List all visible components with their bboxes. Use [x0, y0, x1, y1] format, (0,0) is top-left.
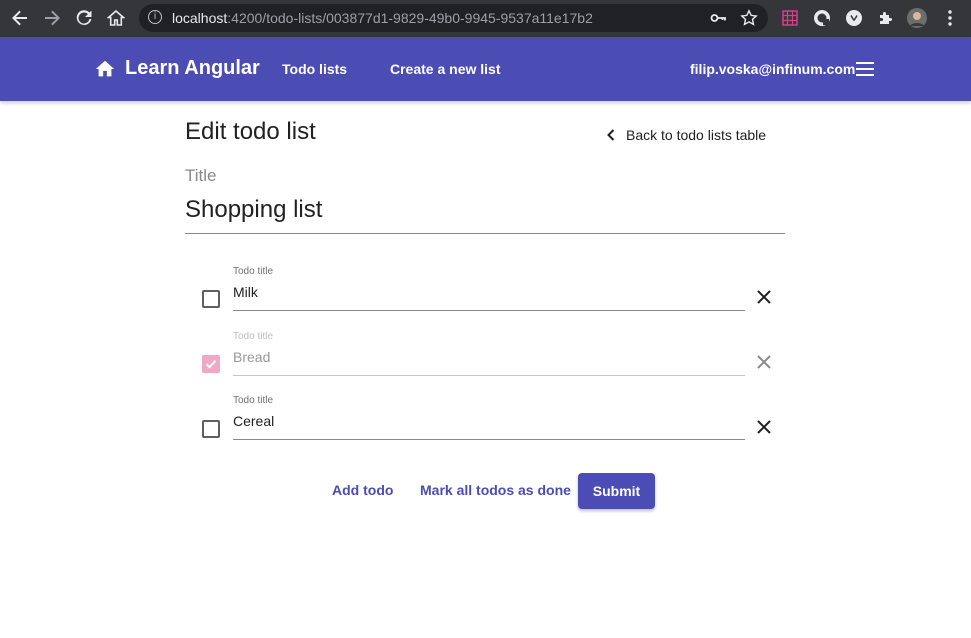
todo-label: Todo title: [233, 395, 274, 406]
todo-input[interactable]: Cereal: [233, 413, 274, 429]
back-link-label: Back to todo lists table: [626, 127, 767, 143]
extension-circle-icon[interactable]: [844, 8, 864, 28]
reload-icon[interactable]: [73, 7, 95, 29]
home-icon: [95, 60, 115, 76]
todo-checkbox[interactable]: [202, 355, 220, 373]
mark-all-done-button[interactable]: Mark all todos as done: [420, 482, 571, 498]
user-email: filip.voska@infinum.com: [690, 61, 856, 77]
todo-field[interactable]: Todo title Bread: [233, 331, 745, 376]
url-host: localhost: [172, 10, 228, 26]
todo-field[interactable]: Todo title Cereal: [233, 395, 745, 440]
title-input[interactable]: Shopping list: [185, 196, 322, 224]
todo-label: Todo title: [233, 266, 274, 277]
todo-input[interactable]: Milk: [233, 284, 258, 300]
info-icon[interactable]: i: [148, 10, 162, 24]
star-icon[interactable]: [740, 9, 758, 32]
url-text[interactable]: localhost:4200/todo-lists/003877d1-9829-…: [172, 10, 593, 26]
nav-todo-lists[interactable]: Todo lists: [282, 61, 347, 77]
forward-arrow-icon[interactable]: [41, 7, 63, 29]
brand-label: Learn Angular: [125, 57, 260, 79]
title-field[interactable]: Title Shopping list: [185, 164, 785, 234]
todo-row: Todo title Bread: [199, 331, 779, 376]
address-bar[interactable]: i localhost:4200/todo-lists/003877d1-982…: [139, 4, 768, 32]
key-icon[interactable]: [710, 10, 726, 31]
url-path: :4200/todo-lists/003877d1-9829-49b0-9945…: [227, 10, 593, 26]
todo-checkbox[interactable]: [202, 420, 220, 438]
add-todo-button[interactable]: Add todo: [332, 482, 393, 498]
title-label: Title: [185, 166, 217, 185]
kebab-menu-icon[interactable]: [940, 8, 960, 28]
close-icon[interactable]: [756, 289, 772, 305]
page-title: Edit todo list: [185, 118, 316, 145]
chevron-left-icon: [607, 129, 615, 141]
menu-icon[interactable]: [856, 62, 874, 76]
close-icon[interactable]: [756, 354, 772, 370]
back-arrow-icon[interactable]: [9, 7, 31, 29]
todo-row: Todo title Milk: [199, 266, 779, 311]
browser-chrome: i localhost:4200/todo-lists/003877d1-982…: [0, 0, 971, 37]
home-icon[interactable]: [105, 7, 127, 29]
puzzle-icon[interactable]: [876, 8, 896, 28]
extension-grid-icon[interactable]: [780, 8, 800, 28]
todo-field[interactable]: Todo title Milk: [233, 266, 745, 311]
todo-label: Todo title: [233, 331, 274, 342]
brand-link[interactable]: Learn Angular: [94, 57, 260, 80]
check-icon: [205, 360, 217, 369]
back-link[interactable]: Back to todo lists table: [604, 127, 766, 143]
todo-row: Todo title Cereal: [199, 395, 779, 440]
close-icon[interactable]: [756, 419, 772, 435]
extension-translate-icon[interactable]: [812, 8, 832, 28]
todo-checkbox[interactable]: [202, 290, 220, 308]
avatar[interactable]: [907, 8, 927, 28]
submit-button[interactable]: Submit: [578, 473, 655, 509]
app-toolbar: Learn Angular Todo lists Create a new li…: [0, 37, 971, 101]
todo-input[interactable]: Bread: [233, 349, 270, 365]
nav-create-list[interactable]: Create a new list: [390, 61, 501, 77]
